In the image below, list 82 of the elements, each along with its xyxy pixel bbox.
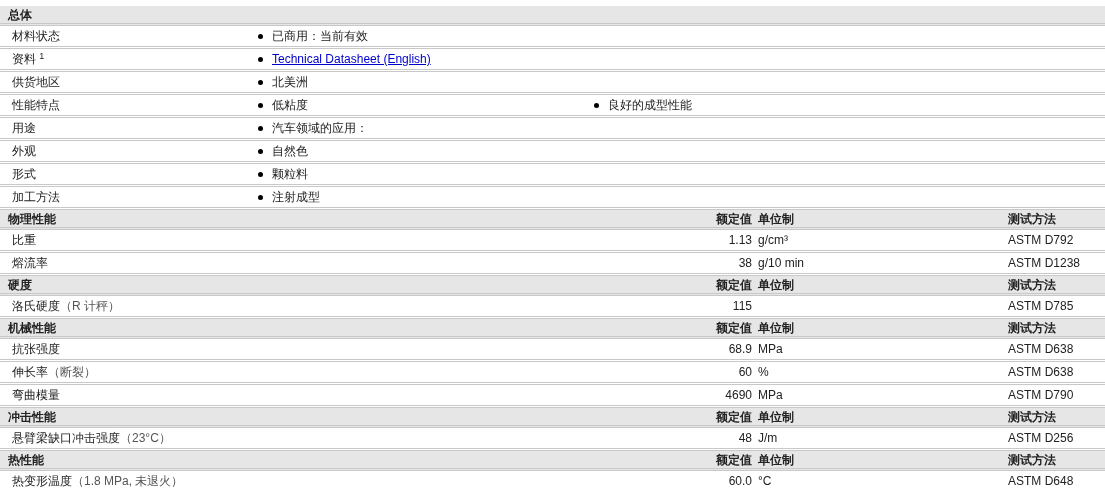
test-condition: （R 计秤） xyxy=(60,298,120,315)
column-header: 额定值 xyxy=(715,451,752,469)
property-label: 材料状态 xyxy=(11,28,61,45)
rated-value: 60.0 xyxy=(727,473,752,489)
test-method: ASTM D790 xyxy=(1008,387,1074,404)
section-title: 总体 xyxy=(6,6,33,24)
bullet-icon xyxy=(258,56,263,62)
property-label: 资料 $^{1}$ xyxy=(11,50,46,68)
property-label: 用途 xyxy=(11,120,37,137)
property-name: 热变形温度 xyxy=(12,473,72,489)
column-header: 额定值 xyxy=(715,276,752,294)
property-name: 抗张强度 xyxy=(12,341,60,358)
test-condition: （23°C） xyxy=(120,430,171,447)
column-header: 单位制 xyxy=(757,276,795,294)
column-header: 测试方法 xyxy=(1008,210,1056,228)
property-name: 比重 xyxy=(12,232,36,249)
bullet-icon xyxy=(258,125,263,131)
value-text: 已商用：当前有效 xyxy=(272,28,368,45)
value-text: 注射成型 xyxy=(272,189,320,206)
property-label: 供货地区 xyxy=(11,74,61,91)
bullet-icon xyxy=(258,33,263,39)
unit-text: % xyxy=(758,365,769,379)
rated-value: 60 xyxy=(737,364,752,381)
property-name: 伸长率 xyxy=(12,364,48,381)
property-label: 性能特点 xyxy=(11,97,61,114)
section-title: 物理性能 xyxy=(7,210,57,228)
unit-text: g/10 min xyxy=(758,256,805,270)
rated-value: 68.9 xyxy=(727,341,752,358)
bullet-icon xyxy=(258,102,263,108)
unit-text: J/m xyxy=(758,431,778,445)
column-header: 单位制 xyxy=(757,408,795,426)
value-text: 自然色 xyxy=(272,143,308,160)
section-title: 硬度 xyxy=(7,276,33,294)
rated-value: 38 xyxy=(737,255,752,272)
rated-value: 115 xyxy=(731,298,752,315)
unit-text: g/cm³ xyxy=(758,233,788,247)
property-label: 外观 xyxy=(11,143,37,160)
test-method: ASTM D256 xyxy=(1008,430,1074,447)
column-header: 额定值 xyxy=(715,408,752,426)
column-header: 测试方法 xyxy=(1008,451,1056,469)
bullet-icon xyxy=(258,79,263,85)
value-text: 良好的成型性能 xyxy=(608,97,692,114)
rated-value: 4690 xyxy=(724,387,752,404)
value-text: 汽车领域的应用： xyxy=(272,120,368,137)
section-title: 热性能 xyxy=(7,451,45,469)
property-label: 加工方法 xyxy=(11,189,61,206)
bullet-icon xyxy=(594,102,599,108)
rated-value: 48 xyxy=(737,430,752,447)
unit-text: °C xyxy=(758,474,772,488)
value-text: 颗粒料 xyxy=(272,166,308,183)
section-title: 冲击性能 xyxy=(7,408,57,426)
test-method: ASTM D785 xyxy=(1008,298,1074,315)
column-header: 测试方法 xyxy=(1008,408,1056,426)
unit-text: MPa xyxy=(758,342,783,356)
test-method: ASTM D648 xyxy=(1008,473,1074,489)
value-text: 北美洲 xyxy=(272,74,308,91)
section-title: 机械性能 xyxy=(7,319,57,337)
column-header: 额定值 xyxy=(715,210,752,228)
unit-text: MPa xyxy=(758,388,783,402)
test-condition: （1.8 MPa, 未退火） xyxy=(72,473,184,489)
bullet-icon xyxy=(258,194,263,200)
datasheet-link[interactable]: Technical Datasheet (English) xyxy=(272,50,431,68)
value-text: 低粘度 xyxy=(272,97,308,114)
column-header: 额定值 xyxy=(715,319,752,337)
test-condition: （断裂） xyxy=(48,364,96,381)
column-header: 单位制 xyxy=(757,210,795,228)
column-header: 单位制 xyxy=(757,319,795,337)
column-header: 测试方法 xyxy=(1008,276,1056,294)
test-method: ASTM D638 xyxy=(1008,341,1074,358)
rated-value: 1.13 xyxy=(727,232,752,249)
test-method: ASTM D638 xyxy=(1008,364,1074,381)
property-name: 熔流率 xyxy=(12,255,48,272)
bullet-icon xyxy=(258,148,263,154)
property-name: 洛氏硬度 xyxy=(12,298,60,315)
bullet-icon xyxy=(258,171,263,177)
test-method: ASTM D792 xyxy=(1008,232,1074,249)
property-label: 形式 xyxy=(11,166,37,183)
column-header: 单位制 xyxy=(757,451,795,469)
property-name: 弯曲模量 xyxy=(12,387,60,404)
property-name: 悬臂梁缺口冲击强度 xyxy=(12,430,120,447)
test-method: ASTM D1238 xyxy=(1008,255,1081,272)
column-header: 测试方法 xyxy=(1008,319,1056,337)
